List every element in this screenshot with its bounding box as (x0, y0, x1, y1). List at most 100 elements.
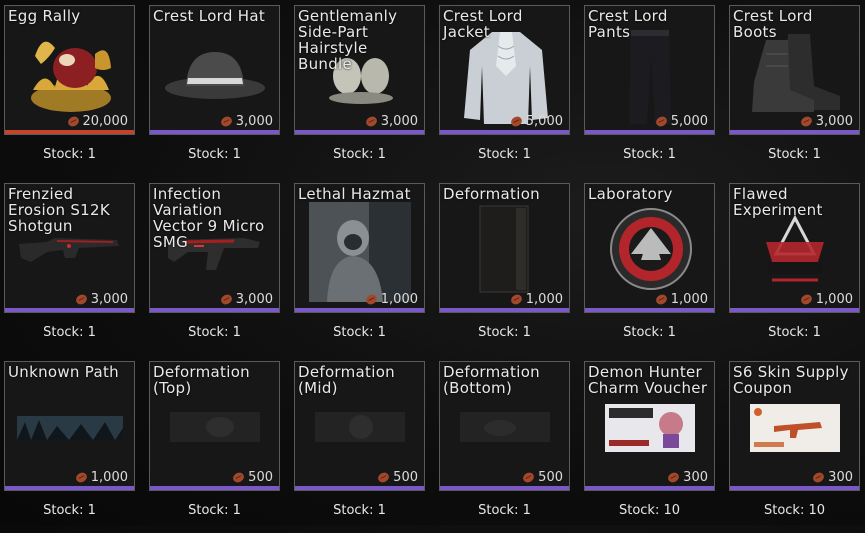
item-stock: Stock: 1 (333, 503, 386, 518)
rarity-bar (150, 308, 279, 312)
item-title: Deformation (Top) (153, 363, 250, 397)
item-price: 300 (812, 470, 853, 485)
rarity-bar (585, 308, 714, 312)
item-stock: Stock: 1 (478, 325, 531, 340)
item-price: 300 (667, 470, 708, 485)
shotgun-icon (19, 238, 119, 262)
item-price-value: 20,000 (82, 114, 129, 129)
crimson-coin-icon (75, 472, 87, 483)
item-card[interactable]: Crest Lord Pants 5,000 (584, 5, 715, 135)
item-stock: Stock: 1 (333, 147, 386, 162)
item-card[interactable]: Crest Lord Jacket 5,000 (439, 5, 570, 135)
item-price-value: 1,000 (380, 292, 418, 307)
item-card[interactable]: Gentlemanly Side-Part Hairstyle Bundle 3… (294, 5, 425, 135)
store-item-laboratory: Laboratory 1,000 Stock: 1 (584, 183, 715, 355)
item-card[interactable]: Lethal Hazmat 1,000 (294, 183, 425, 313)
crimson-coin-icon (233, 472, 245, 483)
store-item-vector-smg: Infection Variation Vector 9 Micro SMG 3… (149, 183, 280, 355)
item-card[interactable]: Demon Hunter Charm Voucher 300 (584, 361, 715, 491)
item-title: Crest Lord Hat (153, 7, 266, 25)
crimson-coin-icon (655, 294, 667, 305)
item-price: 500 (377, 470, 418, 485)
item-price: 3,000 (365, 114, 418, 129)
item-stock: Stock: 10 (618, 503, 681, 518)
crimson-coin-icon (510, 116, 522, 127)
store-item-unknown-path: Unknown Path 1,000 Stock: 1 (4, 361, 135, 533)
item-price: 20,000 (67, 114, 129, 129)
item-card[interactable]: Deformation (Bottom) 500 (439, 361, 570, 491)
crimson-coin-icon (800, 116, 812, 127)
item-price-value: 3,000 (380, 114, 418, 129)
item-title: Gentlemanly Side-Part Hairstyle Bundle (298, 7, 398, 73)
store-item-crest-lord-hat: Crest Lord Hat 3,000 Stock: 1 (149, 5, 280, 177)
item-price: 1,000 (800, 292, 853, 307)
item-price-value: 3,000 (90, 292, 128, 307)
item-card[interactable]: Infection Variation Vector 9 Micro SMG 3… (149, 183, 280, 313)
item-stock: Stock: 1 (333, 325, 386, 340)
item-price-value: 5,000 (670, 114, 708, 129)
item-card[interactable]: Deformation (Mid) 500 (294, 361, 425, 491)
item-card[interactable]: S6 Skin Supply Coupon 300 (729, 361, 860, 491)
item-title: Deformation (443, 185, 540, 203)
item-title: Crest Lord Jacket (443, 7, 523, 41)
item-card[interactable]: Frenzied Erosion S12K Shotgun 3,000 (4, 183, 135, 313)
store-item-charm-voucher: Demon Hunter Charm Voucher 300 Stock: 10 (584, 361, 715, 533)
item-card[interactable]: Flawed Experiment 1,000 (729, 183, 860, 313)
store-item-deformation-mid: Deformation (Mid) 500 Stock: 1 (294, 361, 425, 533)
item-price: 5,000 (510, 114, 563, 129)
item-card[interactable]: Crest Lord Boots 3,000 (729, 5, 860, 135)
rarity-bar (150, 130, 279, 134)
store-item-grid: Egg Rally 20,000 Stock: 1 Crest Lord Hat (0, 0, 865, 525)
item-card[interactable]: Deformation 1,000 (439, 183, 570, 313)
item-title: Deformation (Bottom) (443, 363, 540, 397)
item-card[interactable]: Unknown Path 1,000 (4, 361, 135, 491)
crimson-coin-icon (220, 294, 232, 305)
store-item-skin-coupon: S6 Skin Supply Coupon 300 Stock: 10 (729, 361, 860, 533)
item-price-value: 1,000 (525, 292, 563, 307)
item-title: Frenzied Erosion S12K Shotgun (8, 185, 110, 235)
rarity-bar (730, 308, 859, 312)
item-title: Infection Variation Vector 9 Micro SMG (153, 185, 265, 251)
item-stock: Stock: 1 (623, 325, 676, 340)
item-price-value: 3,000 (235, 114, 273, 129)
dark-pants-icon (629, 30, 671, 124)
item-stock: Stock: 1 (478, 147, 531, 162)
item-stock: Stock: 10 (763, 503, 826, 518)
laboratory-emblem-icon (610, 208, 692, 290)
item-price-value: 500 (248, 470, 273, 485)
store-item-s12k-shotgun: Frenzied Erosion S12K Shotgun 3,000 Stoc… (4, 183, 135, 355)
ruffled-shirt-icon (464, 32, 548, 124)
crimson-coin-icon (378, 472, 390, 483)
item-card[interactable]: Laboratory 1,000 (584, 183, 715, 313)
item-title: Crest Lord Boots (733, 7, 813, 41)
item-price: 3,000 (220, 292, 273, 307)
item-card[interactable]: Crest Lord Hat 3,000 (149, 5, 280, 135)
item-price-value: 1,000 (90, 470, 128, 485)
item-stock: Stock: 1 (768, 325, 821, 340)
item-stock: Stock: 1 (188, 325, 241, 340)
store-item-crest-lord-jacket: Crest Lord Jacket 5,000 Stock: 1 (439, 5, 570, 177)
item-card[interactable]: Egg Rally 20,000 (4, 5, 135, 135)
rarity-bar (730, 130, 859, 134)
item-price: 1,000 (655, 292, 708, 307)
store-item-lethal-hazmat: Lethal Hazmat 1,000 Stock: 1 (294, 183, 425, 355)
rarity-bar (730, 486, 859, 490)
crimson-coin-icon (523, 472, 535, 483)
item-stock: Stock: 1 (43, 325, 96, 340)
rarity-bar (5, 308, 134, 312)
crimson-coin-icon (365, 116, 377, 127)
leather-boots-icon (752, 34, 840, 112)
dark-banner-icon (315, 412, 405, 442)
store-item-deformation-top: Deformation (Top) 500 Stock: 1 (149, 361, 280, 533)
item-stock: Stock: 1 (768, 147, 821, 162)
item-title: S6 Skin Supply Coupon (733, 363, 849, 397)
item-title: Crest Lord Pants (588, 7, 668, 41)
item-price-value: 1,000 (815, 292, 853, 307)
item-stock: Stock: 1 (43, 147, 96, 162)
item-stock: Stock: 1 (188, 147, 241, 162)
item-card[interactable]: Deformation (Top) 500 (149, 361, 280, 491)
crimson-coin-icon (800, 294, 812, 305)
rarity-bar (295, 308, 424, 312)
item-price-value: 500 (393, 470, 418, 485)
store-item-hairstyle-bundle: Gentlemanly Side-Part Hairstyle Bundle 3… (294, 5, 425, 177)
